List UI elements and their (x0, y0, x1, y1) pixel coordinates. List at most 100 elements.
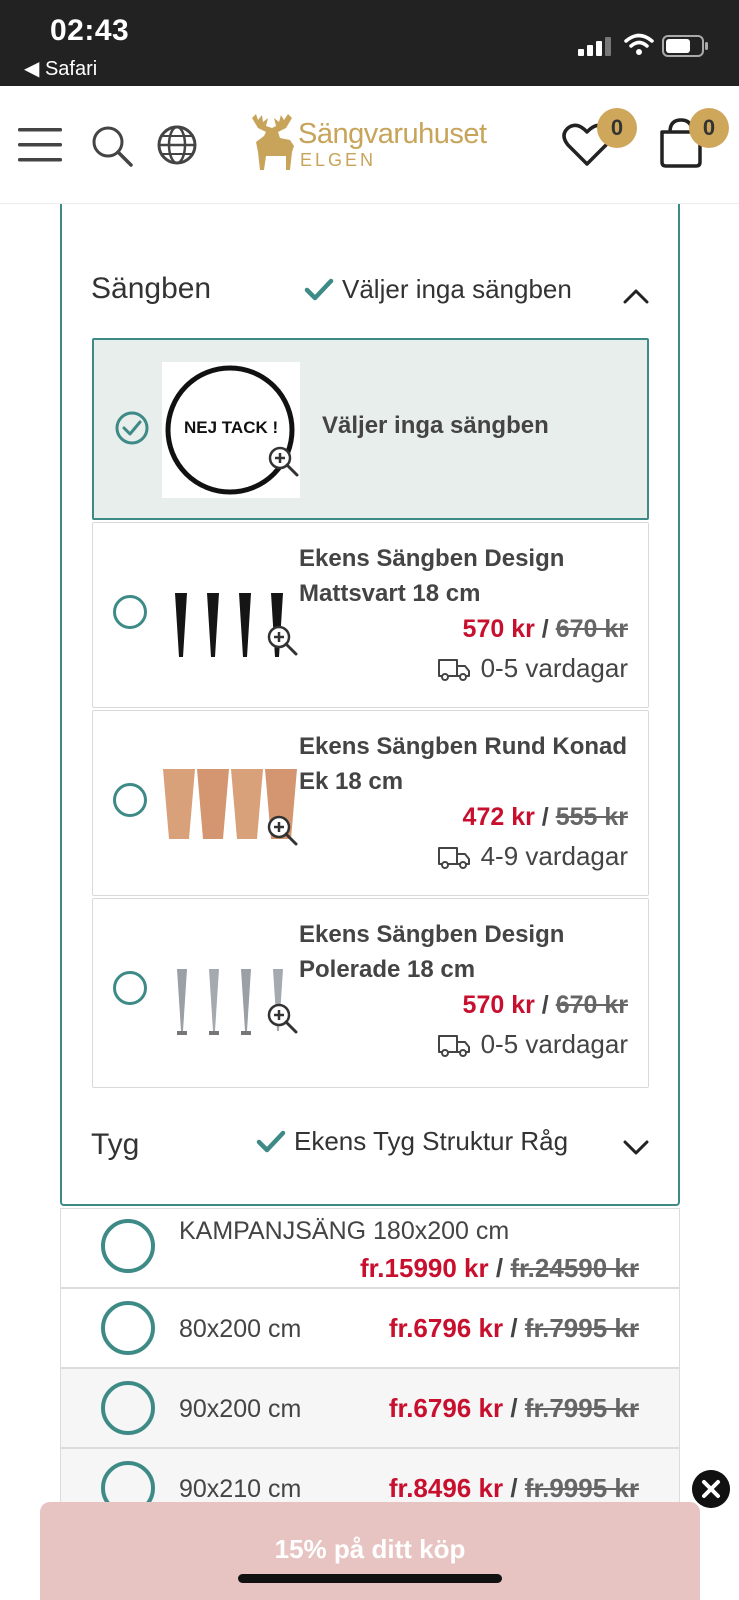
leg-option-name: Ekens Sängben Rund Konad Ek 18 cm (299, 733, 628, 795)
size-price: fr.15990 kr / fr.24590 kr (360, 1253, 639, 1284)
size-price: fr.6796 kr / fr.7995 kr (389, 1313, 639, 1344)
radio-button[interactable] (113, 595, 147, 629)
home-indicator[interactable] (238, 1574, 502, 1583)
legs-selected-label: Väljer inga sängben (342, 274, 572, 304)
price-separator: / (541, 803, 549, 831)
price-separator: / (495, 1253, 504, 1283)
price-now: 570 kr (462, 991, 535, 1019)
oak-legs-image (163, 769, 297, 839)
logo-brand-text: Sängvaruhuset (298, 118, 487, 150)
leg-option-name: Ekens Sängben Design Polerade 18 cm (299, 921, 565, 983)
leg-option-name: Ekens Sängben Design Mattsvart 18 cm (299, 545, 565, 607)
price-now: fr.8496 kr (388, 1473, 504, 1503)
price-old: fr.7995 kr (524, 1313, 639, 1343)
fabric-section-title[interactable]: Tyg (91, 1128, 139, 1162)
site-logo[interactable]: Sängvaruhuset ELGEN (246, 112, 496, 176)
size-option-row[interactable]: 90x200 cm fr.6796 kr / fr.7995 kr (60, 1368, 680, 1448)
legs-section-title[interactable]: Sängben (91, 272, 211, 306)
price-separator: / (510, 1313, 518, 1343)
size-label: 90x210 cm (179, 1475, 302, 1503)
status-time: 02:43 (50, 14, 130, 47)
fabric-selected-summary[interactable]: Ekens Tyg Struktur Råg (256, 1126, 568, 1157)
leg-option-none[interactable]: NEJ TACK ! Väljer inga sängben (92, 338, 649, 520)
zoom-icon[interactable] (265, 623, 299, 657)
size-option-row[interactable]: KAMPANJSÄNG 180x200 cm fr.15990 kr / fr.… (60, 1208, 680, 1288)
price-line: 570 kr / 670 kr (463, 991, 628, 1020)
logo-sub-text: ELGEN (300, 150, 377, 170)
globe-language-icon[interactable] (156, 124, 198, 166)
moose-logo-icon (252, 114, 294, 170)
leg-option-konad-ek[interactable]: Ekens Sängben Rund Konad Ek 18 cm 472 kr… (92, 710, 649, 896)
truck-icon (437, 658, 470, 681)
truck-icon (437, 1034, 470, 1057)
radio-button[interactable] (113, 783, 147, 817)
delivery-text: 4-9 vardagar (480, 841, 628, 871)
price-separator: / (510, 1393, 518, 1423)
price-separator: / (541, 615, 549, 643)
price-old: fr.7995 kr (524, 1393, 639, 1423)
delivery-text: 0-5 vardagar (480, 653, 628, 683)
konad-ek-legs-thumbnail[interactable] (161, 735, 299, 871)
radio-button[interactable] (101, 1219, 155, 1273)
size-label: 90x200 cm (179, 1395, 302, 1423)
size-option-row[interactable]: 80x200 cm fr.6796 kr / fr.7995 kr (60, 1288, 680, 1368)
radio-button[interactable] (101, 1381, 155, 1435)
back-to-safari-link[interactable]: ◀ Safari (24, 56, 97, 81)
delivery-time: 0-5 vardagar (437, 1029, 628, 1060)
price-now: 472 kr (462, 803, 535, 831)
check-icon (256, 1130, 286, 1152)
price-old: fr.24590 kr (510, 1253, 639, 1283)
price-separator: / (541, 991, 549, 1019)
no-legs-thumbnail-text: NEJ TACK ! (184, 418, 279, 437)
chevron-down-icon[interactable] (622, 1138, 650, 1158)
size-label: 80x200 cm (179, 1315, 302, 1343)
price-old: 670 kr (555, 615, 628, 643)
site-header: Sängvaruhuset ELGEN 0 0 (0, 86, 739, 204)
radio-button[interactable] (113, 971, 147, 1005)
black-legs-image (175, 593, 283, 657)
price-now: 570 kr (462, 615, 535, 643)
search-icon[interactable] (90, 124, 134, 168)
wifi-icon (624, 33, 654, 55)
discount-promo-banner[interactable]: 15% på ditt köp (40, 1502, 700, 1600)
radio-checked-icon (115, 411, 149, 445)
price-separator: / (510, 1473, 518, 1503)
close-icon[interactable] (692, 1470, 730, 1508)
cellular-signal-icon (578, 37, 611, 56)
chevron-up-icon[interactable] (622, 286, 650, 306)
truck-icon (437, 846, 470, 869)
delivery-text: 0-5 vardagar (480, 1029, 628, 1059)
price-old: 555 kr (555, 803, 628, 831)
price-now: fr.6796 kr (388, 1393, 504, 1423)
zoom-icon[interactable] (265, 813, 299, 847)
price-now: fr.6796 kr (388, 1313, 504, 1343)
cart-count-badge: 0 (689, 108, 729, 148)
price-line: 472 kr / 555 kr (463, 803, 628, 832)
size-price: fr.6796 kr / fr.7995 kr (389, 1393, 639, 1424)
radio-button[interactable] (101, 1301, 155, 1355)
price-line: 570 kr / 670 kr (463, 615, 628, 644)
legs-selected-summary[interactable]: Väljer inga sängben (304, 274, 572, 305)
size-price: fr.8496 kr / fr.9995 kr (389, 1473, 639, 1504)
size-label: KAMPANJSÄNG 180x200 cm (179, 1217, 510, 1245)
promo-label: 15% på ditt köp (274, 1534, 466, 1564)
hamburger-menu-icon[interactable] (18, 126, 64, 164)
check-icon (304, 278, 334, 300)
leg-option-name: Väljer inga sängben (322, 412, 549, 439)
polerade-legs-thumbnail[interactable] (161, 925, 299, 1061)
leg-option-polerade[interactable]: Ekens Sängben Design Polerade 18 cm 570 … (92, 898, 649, 1088)
zoom-icon[interactable] (265, 1001, 299, 1035)
leg-option-mattsvart[interactable]: Ekens Sängben Design Mattsvart 18 cm 570… (92, 522, 649, 708)
fabric-selected-label: Ekens Tyg Struktur Råg (294, 1126, 569, 1156)
delivery-time: 0-5 vardagar (437, 653, 628, 684)
battery-icon (662, 35, 708, 57)
zoom-icon[interactable] (266, 444, 300, 478)
no-legs-thumbnail[interactable]: NEJ TACK ! (162, 362, 300, 498)
price-now: fr.15990 kr (359, 1253, 489, 1283)
mattsvart-legs-thumbnail[interactable] (161, 547, 299, 683)
price-old: 670 kr (555, 991, 628, 1019)
price-old: fr.9995 kr (524, 1473, 639, 1503)
delivery-time: 4-9 vardagar (437, 841, 628, 872)
chrome-legs-image (177, 969, 283, 1035)
wishlist-count-badge: 0 (597, 108, 637, 148)
